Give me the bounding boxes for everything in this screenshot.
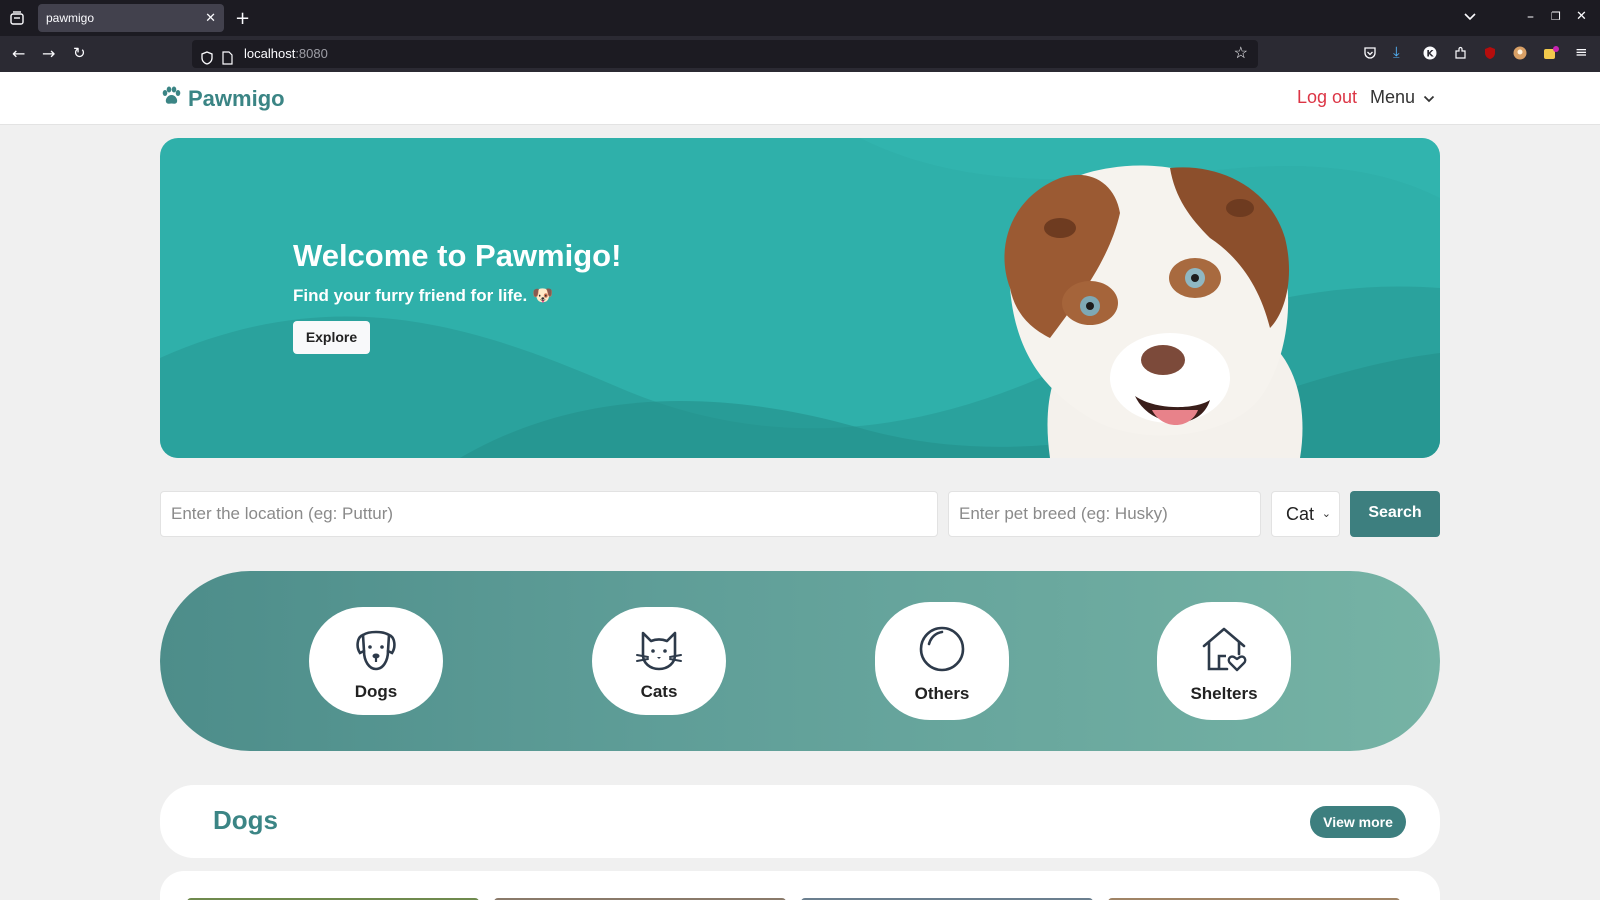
menu-dropdown[interactable]: Menu bbox=[1370, 87, 1435, 108]
minimize-icon[interactable]: – bbox=[1527, 10, 1534, 24]
pet-type-select[interactable]: Cat ⌄ bbox=[1271, 491, 1340, 537]
bookmark-star-icon[interactable]: ☆ bbox=[1234, 40, 1248, 68]
account-icon[interactable]: K bbox=[1423, 46, 1437, 63]
paw-icon bbox=[160, 85, 182, 113]
brand-name: Pawmigo bbox=[188, 86, 285, 111]
category-label: Shelters bbox=[1190, 684, 1258, 703]
category-cats[interactable]: Cats bbox=[592, 607, 726, 715]
url-host: localhost bbox=[244, 46, 296, 61]
browser-navigation-bar: ← → ↻ localhost:8080 ☆ ⤓ K ≡ bbox=[0, 36, 1600, 72]
hero-subtitle: Find your furry friend for life. 🐶 bbox=[293, 286, 554, 305]
site-header: Pawmigo Log out Menu bbox=[0, 72, 1600, 125]
pocket-icon[interactable] bbox=[1363, 46, 1377, 63]
browser-tab-strip: pawmigo ✕ + – ❐ ✕ bbox=[0, 0, 1600, 36]
chevron-down-icon[interactable] bbox=[1463, 11, 1477, 25]
dog-photo bbox=[1004, 165, 1303, 458]
close-window-icon[interactable]: ✕ bbox=[1576, 10, 1587, 23]
pet-type-value: Cat bbox=[1286, 504, 1315, 524]
chevron-down-icon bbox=[1423, 87, 1435, 108]
url-text: localhost:8080 bbox=[244, 40, 328, 68]
location-input[interactable]: Enter the location (eg: Puttur) bbox=[160, 491, 938, 537]
shield-icon[interactable] bbox=[201, 47, 213, 75]
back-icon[interactable]: ← bbox=[12, 46, 25, 62]
new-tab-icon[interactable]: + bbox=[235, 10, 250, 28]
ublock-icon[interactable] bbox=[1483, 46, 1497, 63]
extension-badge-icon[interactable] bbox=[1543, 46, 1559, 63]
tab-close-icon[interactable]: ✕ bbox=[205, 4, 216, 32]
brand-logo[interactable]: Pawmigo bbox=[160, 85, 285, 113]
reload-icon[interactable]: ↻ bbox=[73, 46, 86, 61]
category-label: Others bbox=[914, 684, 970, 703]
url-port: :8080 bbox=[295, 46, 328, 61]
hero-title: Welcome to Pawmigo! bbox=[293, 238, 622, 273]
page-icon bbox=[222, 47, 233, 75]
browser-tab[interactable]: pawmigo ✕ bbox=[38, 4, 224, 32]
category-band: Dogs Cats Others Shelters bbox=[160, 571, 1440, 751]
explore-button[interactable]: Explore bbox=[293, 321, 370, 354]
hamburger-menu-icon[interactable]: ≡ bbox=[1575, 45, 1588, 60]
tab-list-icon[interactable] bbox=[10, 11, 24, 28]
breed-input[interactable]: Enter pet breed (eg: Husky) bbox=[948, 491, 1261, 537]
house-heart-icon bbox=[1202, 627, 1247, 672]
category-label: Cats bbox=[640, 682, 678, 701]
restore-icon[interactable]: ❐ bbox=[1551, 11, 1561, 22]
svg-text:K: K bbox=[1427, 50, 1435, 60]
logout-link[interactable]: Log out bbox=[1297, 87, 1357, 108]
dogs-grid bbox=[160, 871, 1440, 900]
search-button[interactable]: Search bbox=[1350, 491, 1440, 537]
circle-icon bbox=[919, 626, 965, 672]
dogs-section-header: Dogs View more bbox=[160, 785, 1440, 858]
view-more-button[interactable]: View more bbox=[1310, 806, 1406, 838]
category-dogs[interactable]: Dogs bbox=[309, 607, 443, 715]
profile-avatar-icon[interactable] bbox=[1513, 46, 1527, 63]
section-title: Dogs bbox=[213, 805, 278, 835]
chevron-down-icon: ⌄ bbox=[1321, 508, 1331, 520]
downloads-icon[interactable]: ⤓ bbox=[1393, 45, 1400, 60]
category-shelters[interactable]: Shelters bbox=[1157, 602, 1291, 720]
dog-icon bbox=[356, 630, 396, 671]
extensions-icon[interactable] bbox=[1453, 46, 1467, 63]
menu-label: Menu bbox=[1370, 87, 1416, 107]
category-others[interactable]: Others bbox=[875, 602, 1009, 720]
cat-icon bbox=[636, 631, 682, 671]
url-bar[interactable]: localhost:8080 ☆ bbox=[192, 40, 1258, 68]
hero-banner: Welcome to Pawmigo! Find your furry frie… bbox=[160, 138, 1440, 458]
tab-title: pawmigo bbox=[46, 11, 95, 25]
category-label: Dogs bbox=[354, 682, 398, 701]
forward-icon[interactable]: → bbox=[42, 46, 55, 62]
